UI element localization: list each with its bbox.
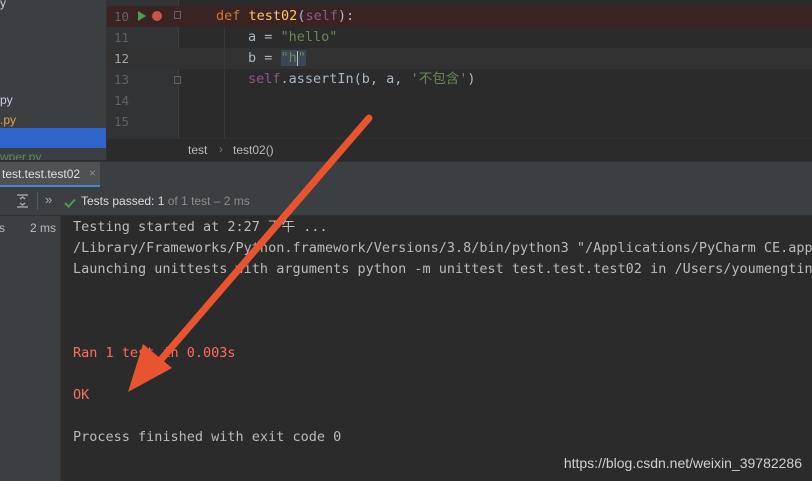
toolbar-separator [37,192,38,210]
test-duration: 2 ms [29,221,56,235]
console-line: Testing started at 2:27 下午 ... [73,219,328,235]
line-number: 12 [113,51,129,66]
collapse-all-icon[interactable] [17,194,28,208]
assert-message: '不包含' [410,71,468,87]
run-toolbar: » Tests passed: 1 of 1 test – 2 ms [0,187,812,216]
line-number: 11 [113,30,129,45]
paren-close-colon: ): [337,8,355,24]
breadcrumb-item-test[interactable]: test [188,143,207,157]
var-b: b [248,50,257,66]
fold-icon[interactable] [174,11,181,19]
console-line-exit: Process finished with exit code 0 [73,429,342,445]
line-number: 10 [113,9,129,24]
code-line-current[interactable]: 12 b = "h" [107,48,812,69]
code-line[interactable]: 15 [107,111,812,132]
more-actions-icon[interactable]: » [45,192,52,207]
def-keyword: def [216,8,241,24]
string-hello: "hello" [280,29,338,45]
fold-icon[interactable] [174,76,181,84]
self-param: self [305,8,338,24]
indent-guide [224,27,225,138]
assign-op: = [256,29,281,45]
watermark: https://blog.csdn.net/weixin_39782286 [563,455,802,471]
project-file-item[interactable]: wper.py [0,150,41,160]
console-line-result: Ran 1 test in 0.003s [73,345,236,361]
line-number: 15 [113,114,129,129]
test-tree-row[interactable]: s 2 ms [0,218,60,238]
test-status-text: Tests passed: 1 of 1 test – 2 ms [81,194,250,208]
run-gutter-icon[interactable] [138,11,146,21]
project-file-item[interactable]: py [0,93,13,107]
check-icon [64,195,76,213]
test-results-tree: s 2 ms [0,216,61,481]
code-line-error-highlight[interactable]: 10 def test02(self): [107,6,812,27]
paren-close: ) [467,71,476,87]
code-line[interactable]: 14 [107,90,812,111]
self-keyword: self [248,71,281,87]
breadcrumb-item-test02[interactable]: test02() [233,143,274,157]
tab-label: test.test.test02 [2,167,81,181]
assert-call: .assertIn(b, a, [280,71,411,87]
breadcrumb: test › test02() [107,138,812,161]
code-line[interactable]: 13 self.assertIn(b, a, '不包含') [107,69,812,90]
close-icon[interactable]: × [89,166,96,180]
string-h: "h" [280,50,306,66]
breadcrumb-separator: › [219,142,223,156]
line-number: 13 [113,72,129,87]
console-line: /Library/Frameworks/Python.framework/Ver… [73,240,812,256]
project-file-item[interactable]: .py [0,113,16,127]
function-name: test02 [248,8,298,24]
run-tab-bar: test.test.test02 × [0,161,812,188]
assign-op: = [256,50,281,66]
project-panel: y py .py wper.py [0,0,107,160]
project-file-item[interactable]: y [0,0,6,10]
var-a: a [248,29,257,45]
line-number: 14 [113,93,129,108]
project-selected-row[interactable] [0,128,106,148]
code-editor[interactable]: 10 def test02(self): 11 a = "hello" 12 b… [107,0,812,138]
breakpoint-icon[interactable] [152,11,162,21]
code-line[interactable]: 11 a = "hello" [107,27,812,48]
console-output[interactable]: Testing started at 2:27 下午 ... /Library/… [61,216,812,481]
test-tree-label: s [0,221,5,235]
tab-run-config[interactable]: test.test.test02 × [0,162,100,187]
console-line-ok: OK [73,387,90,403]
console-line: Launching unittests with arguments pytho… [73,261,812,277]
